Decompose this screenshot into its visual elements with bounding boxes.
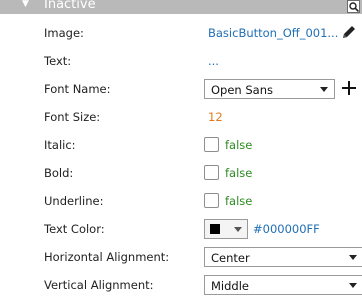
pencil-icon[interactable] (341, 24, 357, 43)
chevron-down-icon (320, 87, 328, 92)
section-header-inactive[interactable]: ▼ Inactive (0, 0, 362, 14)
row-image: Image: BasicButton_Off_001... (0, 19, 362, 47)
underline-value: false (225, 194, 253, 208)
bold-value: false (225, 166, 253, 180)
font-size-value[interactable]: 12 (208, 110, 223, 124)
underline-checkbox[interactable] (204, 193, 219, 208)
horizontal-alignment-value: Center (211, 251, 250, 265)
row-font-size: Font Size: 12 (0, 103, 362, 131)
chevron-down-icon (349, 283, 357, 288)
font-name-dropdown[interactable]: Open Sans (204, 79, 335, 99)
chevron-down-icon (234, 227, 242, 232)
underline-label: Underline: (44, 194, 104, 208)
color-swatch (210, 224, 220, 234)
vertical-alignment-dropdown[interactable]: Middle (204, 275, 362, 295)
vertical-alignment-value: Middle (211, 279, 249, 293)
row-italic: Italic: false (0, 131, 362, 159)
image-label: Image: (44, 26, 84, 40)
bold-label: Bold: (44, 166, 74, 180)
section-title: Inactive (44, 0, 96, 12)
font-size-label: Font Size: (44, 110, 101, 124)
horizontal-alignment-dropdown[interactable]: Center (204, 247, 362, 267)
row-underline: Underline: false (0, 187, 362, 215)
text-label: Text: (44, 54, 72, 68)
collapse-triangle-icon[interactable]: ▼ (22, 0, 29, 9)
search-icon[interactable] (347, 0, 360, 13)
image-value-link[interactable]: BasicButton_Off_001... (208, 26, 338, 40)
bold-checkbox[interactable] (204, 165, 219, 180)
text-value-link[interactable]: ... (208, 54, 219, 68)
font-name-label: Font Name: (44, 82, 111, 96)
vertical-alignment-label: Vertical Alignment: (44, 278, 154, 292)
text-color-hex[interactable]: #000000FF (253, 222, 320, 236)
row-text: Text: ... (0, 47, 362, 75)
horizontal-alignment-label: Horizontal Alignment: (44, 250, 170, 264)
row-text-color: Text Color: #000000FF (0, 215, 362, 243)
row-font-name: Font Name: Open Sans (0, 75, 362, 103)
italic-checkbox[interactable] (204, 137, 219, 152)
font-name-value: Open Sans (211, 83, 273, 97)
row-horizontal-alignment: Horizontal Alignment: Center (0, 243, 362, 271)
text-color-label: Text Color: (44, 222, 105, 236)
color-picker-button[interactable] (204, 219, 248, 239)
italic-value: false (225, 138, 253, 152)
plus-icon[interactable] (341, 80, 357, 99)
row-bold: Bold: false (0, 159, 362, 187)
chevron-down-icon (349, 255, 357, 260)
italic-label: Italic: (44, 138, 76, 152)
